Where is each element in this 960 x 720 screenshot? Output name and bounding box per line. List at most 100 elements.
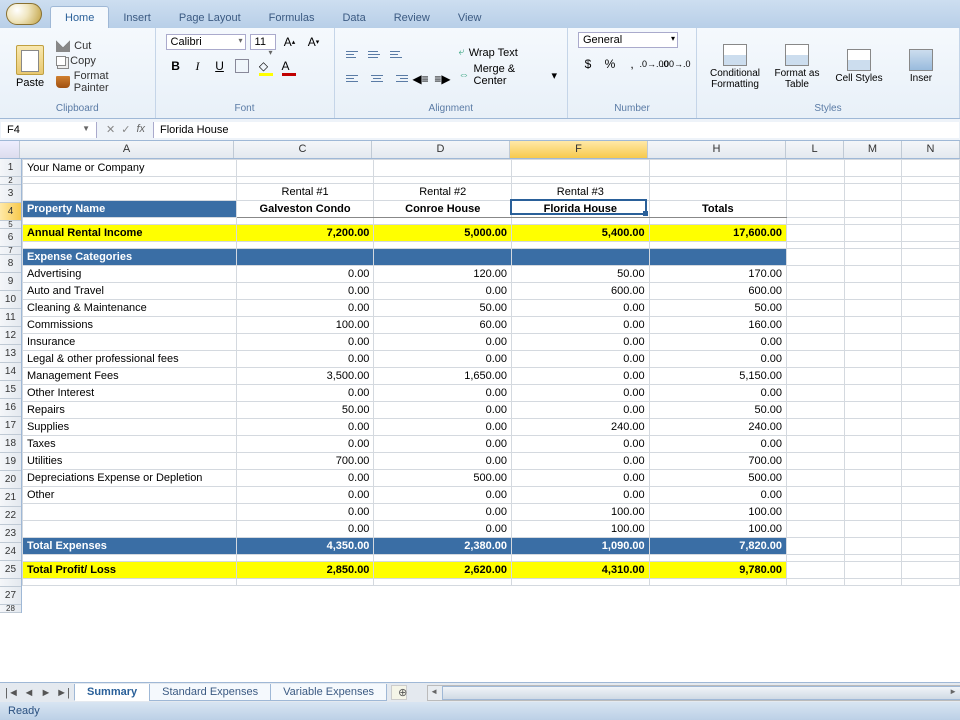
- cell[interactable]: [902, 283, 960, 300]
- cell[interactable]: [844, 487, 902, 504]
- cell[interactable]: [844, 300, 902, 317]
- wrap-text-button[interactable]: ⤶Wrap Text: [459, 46, 557, 59]
- copy-button[interactable]: Copy: [56, 55, 144, 67]
- tab-page-layout[interactable]: Page Layout: [165, 7, 255, 28]
- cell[interactable]: [649, 184, 786, 201]
- cell[interactable]: Auto and Travel: [22, 283, 236, 300]
- cell[interactable]: 100.00: [649, 504, 786, 521]
- cell[interactable]: [374, 160, 512, 177]
- align-bottom-button[interactable]: [389, 45, 409, 65]
- cell[interactable]: [236, 249, 374, 266]
- merge-center-button[interactable]: ⇔Merge & Center ▾: [459, 63, 557, 87]
- cell[interactable]: 0.00: [512, 436, 650, 453]
- cell[interactable]: Annual Rental Income: [22, 225, 236, 242]
- cell[interactable]: Florida House: [512, 201, 650, 218]
- align-top-button[interactable]: [345, 45, 365, 65]
- cell[interactable]: [22, 218, 236, 225]
- cell[interactable]: [844, 419, 902, 436]
- cell[interactable]: 160.00: [649, 317, 786, 334]
- tab-view[interactable]: View: [444, 7, 496, 28]
- cancel-formula-icon[interactable]: ✕: [106, 123, 115, 136]
- cell[interactable]: [902, 201, 960, 218]
- grid[interactable]: Your Name or CompanyRental #1Rental #2Re…: [22, 159, 960, 613]
- cell[interactable]: 0.00: [374, 504, 512, 521]
- cell[interactable]: Rental #1: [236, 184, 374, 201]
- row-header-28[interactable]: 28: [0, 605, 21, 613]
- cell[interactable]: [787, 249, 845, 266]
- cell[interactable]: 0.00: [236, 521, 374, 538]
- cell[interactable]: [902, 402, 960, 419]
- cell[interactable]: Supplies: [22, 419, 236, 436]
- col-header-L[interactable]: L: [786, 141, 844, 158]
- increase-indent-button[interactable]: ≡▶: [433, 69, 453, 89]
- cell[interactable]: [902, 385, 960, 402]
- cell[interactable]: Total Expenses: [22, 538, 236, 555]
- cell[interactable]: [787, 368, 845, 385]
- underline-button[interactable]: U: [210, 56, 230, 76]
- cell[interactable]: [787, 225, 845, 242]
- cell[interactable]: 0.00: [649, 334, 786, 351]
- row-header-9[interactable]: 9: [0, 273, 21, 291]
- cell[interactable]: [844, 201, 902, 218]
- row-header-13[interactable]: 13: [0, 345, 21, 363]
- cell[interactable]: 0.00: [236, 283, 374, 300]
- cell[interactable]: [787, 538, 845, 555]
- cell[interactable]: 0.00: [236, 436, 374, 453]
- grow-font-button[interactable]: A▴: [280, 32, 300, 52]
- cell[interactable]: 0.00: [374, 351, 512, 368]
- cell[interactable]: [787, 504, 845, 521]
- cell[interactable]: [374, 218, 512, 225]
- cell[interactable]: [787, 579, 845, 586]
- cell[interactable]: 0.00: [374, 334, 512, 351]
- cell[interactable]: Property Name: [22, 201, 236, 218]
- cell[interactable]: [236, 218, 374, 225]
- cell[interactable]: [902, 266, 960, 283]
- cell[interactable]: [787, 555, 845, 562]
- cell[interactable]: 17,600.00: [649, 225, 786, 242]
- cell[interactable]: [902, 521, 960, 538]
- percent-button[interactable]: %: [600, 54, 620, 74]
- cell[interactable]: [844, 470, 902, 487]
- cell[interactable]: [844, 242, 902, 249]
- border-button[interactable]: [235, 59, 249, 73]
- row-header-17[interactable]: 17: [0, 417, 21, 435]
- cell[interactable]: 7,820.00: [649, 538, 786, 555]
- cell[interactable]: [512, 242, 650, 249]
- cell[interactable]: Advertising: [22, 266, 236, 283]
- cell[interactable]: [902, 562, 960, 579]
- cell[interactable]: [844, 283, 902, 300]
- cell[interactable]: Totals: [649, 201, 786, 218]
- cell[interactable]: Utilities: [22, 453, 236, 470]
- cell[interactable]: [649, 177, 786, 184]
- cell[interactable]: 240.00: [649, 419, 786, 436]
- cell[interactable]: 120.00: [374, 266, 512, 283]
- cell[interactable]: [844, 521, 902, 538]
- align-left-button[interactable]: [345, 69, 365, 89]
- cell[interactable]: 500.00: [374, 470, 512, 487]
- row-header-11[interactable]: 11: [0, 309, 21, 327]
- number-format-select[interactable]: General: [578, 32, 678, 48]
- cell[interactable]: 0.00: [374, 487, 512, 504]
- font-size-select[interactable]: 11: [250, 34, 276, 50]
- new-sheet-button[interactable]: ⊕: [391, 685, 407, 700]
- name-box[interactable]: F4▼: [1, 122, 97, 138]
- cell[interactable]: [844, 562, 902, 579]
- cell[interactable]: 5,150.00: [649, 368, 786, 385]
- cell[interactable]: 9,780.00: [649, 562, 786, 579]
- cell[interactable]: Depreciations Expense or Depletion: [22, 470, 236, 487]
- cell[interactable]: [902, 160, 960, 177]
- cell[interactable]: [512, 555, 650, 562]
- cell[interactable]: 0.00: [374, 419, 512, 436]
- insert-button[interactable]: Inser: [893, 49, 949, 84]
- cell[interactable]: [22, 521, 236, 538]
- cell[interactable]: [844, 402, 902, 419]
- cell[interactable]: [787, 283, 845, 300]
- cell[interactable]: 0.00: [236, 504, 374, 521]
- cell[interactable]: Other: [22, 487, 236, 504]
- align-middle-button[interactable]: [367, 45, 387, 65]
- formula-input[interactable]: Florida House: [153, 122, 959, 138]
- cell[interactable]: [374, 249, 512, 266]
- cell[interactable]: [787, 218, 845, 225]
- cell[interactable]: 0.00: [512, 385, 650, 402]
- cell[interactable]: 0.00: [374, 402, 512, 419]
